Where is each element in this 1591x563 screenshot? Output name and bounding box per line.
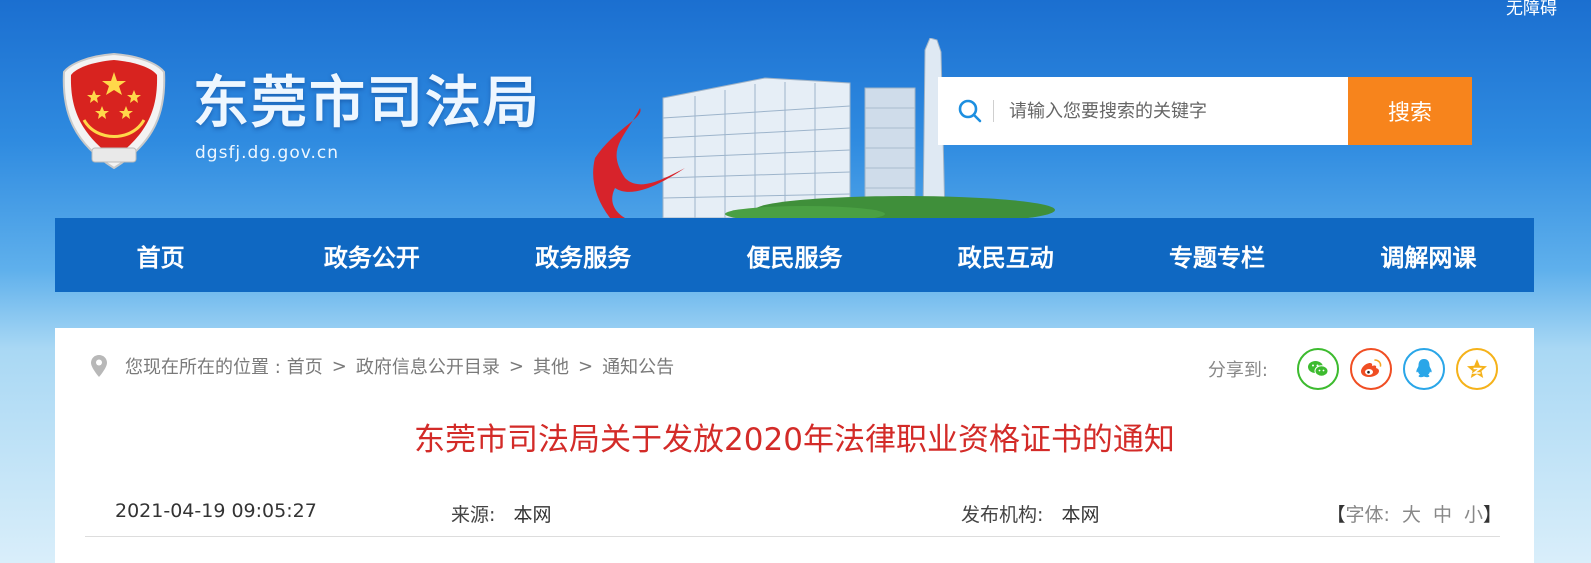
font-size-bracket-open: 【 [1326, 504, 1346, 526]
font-size-bracket-close: 】 [1482, 504, 1502, 526]
breadcrumb: 您现在所在的位置 : 首页 > 政府信息公开目录 > 其他 > 通知公告 [91, 353, 674, 379]
nav-item-home[interactable]: 首页 [55, 218, 266, 292]
share-label: 分享到: [1207, 360, 1268, 381]
breadcrumb-item-catalog[interactable]: 政府信息公开目录 [356, 353, 500, 379]
article-title: 东莞市司法局关于发放2020年法律职业资格证书的通知 [414, 422, 1175, 458]
qq-icon [1416, 359, 1432, 378]
search-icon [958, 99, 982, 123]
article-publisher: 发布机构: 本网 [961, 500, 1099, 527]
nav-item-public-services[interactable]: 便民服务 [689, 218, 900, 292]
share-qq-button[interactable] [1403, 348, 1445, 390]
article-source: 来源: 本网 [451, 500, 551, 527]
main-nav: 首页 政务公开 政务服务 便民服务 政民互动 专题专栏 调解网课 [55, 218, 1534, 292]
publisher-label: 发布机构: [961, 504, 1044, 526]
site-title: 东莞市司法局 [193, 71, 541, 136]
publisher-value: 本网 [1061, 504, 1100, 526]
wechat-icon [1308, 361, 1329, 377]
font-size-medium-button[interactable]: 中 [1433, 500, 1452, 527]
nav-item-mediation-courses[interactable]: 调解网课 [1323, 218, 1534, 292]
search-box [938, 77, 1348, 145]
article-panel: 您现在所在的位置 : 首页 > 政府信息公开目录 > 其他 > 通知公告 分享到… [55, 328, 1534, 563]
breadcrumb-item-home[interactable]: 首页 [287, 353, 323, 379]
article-datetime: 2021-04-19 09:05:27 [115, 500, 317, 522]
breadcrumb-separator: > [508, 355, 524, 377]
location-pin-icon [91, 355, 107, 377]
breadcrumb-separator: > [331, 355, 347, 377]
breadcrumb-separator: > [577, 355, 594, 377]
font-size-control: 【 字体: 大 中 小 】 [1327, 500, 1502, 527]
breadcrumb-item-notices[interactable]: 通知公告 [602, 353, 674, 379]
share-wechat-button[interactable] [1297, 348, 1339, 390]
nav-item-interaction[interactable]: 政民互动 [900, 218, 1111, 292]
font-size-large-button[interactable]: 大 [1402, 500, 1421, 527]
search-divider [993, 100, 994, 122]
source-value: 本网 [513, 504, 552, 526]
weibo-icon [1361, 359, 1382, 377]
search-button[interactable]: 搜索 [1348, 77, 1472, 145]
share-bar: 分享到: [1208, 348, 1498, 390]
breadcrumb-item-other[interactable]: 其他 [533, 353, 569, 379]
site-domain: dgsfj.dg.gov.cn [195, 143, 339, 163]
court-emblem-logo [62, 52, 166, 170]
nav-item-government-services[interactable]: 政务服务 [478, 218, 689, 292]
search-input[interactable] [1009, 100, 1329, 122]
source-label: 来源: [451, 504, 496, 526]
nav-item-special-topics[interactable]: 专题专栏 [1111, 218, 1322, 292]
qzone-star-icon [1467, 359, 1487, 378]
share-qzone-button[interactable] [1456, 348, 1498, 390]
accessibility-link[interactable]: 无障碍 [1506, 0, 1557, 19]
share-weibo-button[interactable] [1350, 348, 1392, 390]
font-size-small-button[interactable]: 小 [1464, 500, 1483, 527]
breadcrumb-prefix: 您现在所在的位置 : [125, 357, 281, 378]
font-size-label: 字体: [1345, 504, 1390, 526]
meta-divider [85, 536, 1500, 537]
nav-item-government-affairs-disclosure[interactable]: 政务公开 [266, 218, 477, 292]
